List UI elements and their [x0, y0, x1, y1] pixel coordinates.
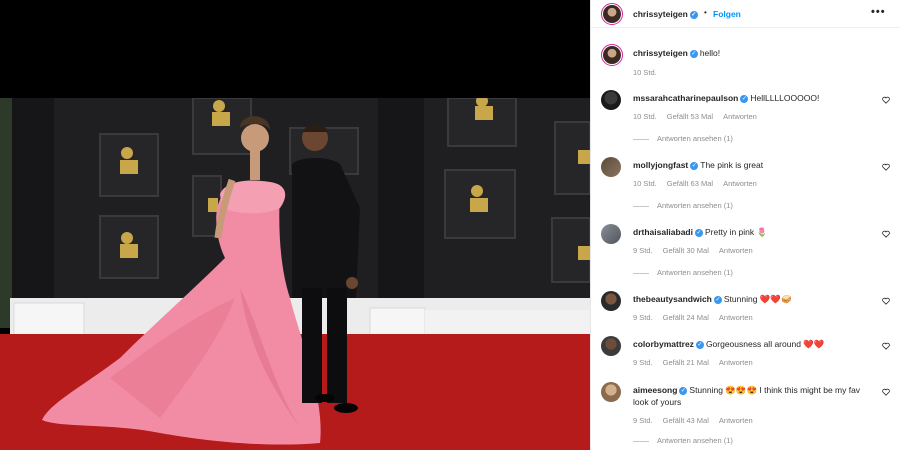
comment-time: 9 Std.: [633, 246, 653, 255]
verified-badge-icon: ✓: [695, 340, 704, 349]
comment-time: 10 Std.: [633, 179, 657, 188]
caption-avatar[interactable]: [601, 44, 623, 66]
comment-likes[interactable]: Gefällt 30 Mal: [663, 246, 709, 255]
heart-outline-icon[interactable]: [882, 96, 890, 104]
comment-item: thebeautysandwich ✓ Stunning ❤️❤️🥪 9 Std. G…: [591, 291, 900, 331]
post-header: chrissyteigen ✓ • Folgen •••: [591, 0, 900, 28]
comment-text: mollyjongfast ✓ The pink is great: [633, 160, 763, 170]
view-replies-button[interactable]: Antworten ansehen (1): [633, 134, 733, 143]
commenter-avatar[interactable]: [601, 90, 621, 110]
comment-item: drthaisaliabadi ✓ Pretty in pink 🌷 9 Std. G…: [591, 224, 900, 284]
caption-timestamp: 10 Std.: [633, 68, 657, 77]
comment-item: mollyjongfast ✓ The pink is great 10 Std. G…: [591, 157, 900, 217]
comment-item: mssarahcatharinepaulson ✓ HellLLLLOOOOO! 1…: [591, 90, 900, 150]
view-replies-label[interactable]: Antworten ansehen (1): [657, 134, 733, 143]
comment-likes[interactable]: Gefällt 63 Mal: [667, 179, 713, 188]
heart-outline-icon[interactable]: [882, 230, 890, 238]
comment-time: 9 Std.: [633, 358, 653, 367]
view-replies-button[interactable]: Antworten ansehen (1): [633, 268, 733, 277]
reply-button[interactable]: Antworten: [719, 416, 753, 425]
verified-badge-icon: ✓: [679, 386, 688, 395]
commenter-avatar[interactable]: [601, 382, 621, 402]
author-avatar[interactable]: [601, 3, 623, 25]
view-replies-button[interactable]: Antworten ansehen (1): [633, 436, 733, 445]
comment-body: The pink is great: [700, 160, 764, 170]
comment-likes[interactable]: Gefällt 53 Mal: [667, 112, 713, 121]
reply-button[interactable]: Antworten: [723, 179, 757, 188]
heart-outline-icon[interactable]: [882, 163, 890, 171]
comment-meta: 9 Std. Gefällt 43 Mal Antworten: [633, 416, 763, 425]
verified-badge-icon: ✓: [689, 10, 698, 19]
verified-badge-icon: ✓: [713, 295, 722, 304]
comment-item: colorbymattrez ✓ Gorgeousness all around ❤…: [591, 336, 900, 376]
comment-meta: 10 Std. Gefällt 53 Mal Antworten: [633, 112, 767, 121]
verified-badge-icon: ✓: [690, 161, 699, 170]
post-caption: chrissyteigen ✓ hello! 10 Std.: [591, 34, 900, 84]
comment-time: 9 Std.: [633, 416, 653, 425]
reply-button[interactable]: Antworten: [723, 112, 757, 121]
view-replies-button[interactable]: Antworten ansehen (1): [633, 201, 733, 210]
commenter-username[interactable]: thebeautysandwich: [633, 294, 712, 304]
reply-button[interactable]: Antworten: [719, 358, 753, 367]
verified-badge-icon: ✓: [689, 49, 698, 58]
divider-line: [633, 138, 649, 140]
commenter-username[interactable]: mssarahcatharinepaulson: [633, 93, 738, 103]
verified-badge-icon: ✓: [740, 94, 749, 103]
author-username[interactable]: chrissyteigen ✓: [633, 9, 698, 19]
comment-text: mssarahcatharinepaulson ✓ HellLLLLOOOOO!: [633, 93, 819, 103]
commenter-username[interactable]: mollyjongfast: [633, 160, 688, 170]
reply-button[interactable]: Antworten: [719, 246, 753, 255]
comment-likes[interactable]: Gefällt 24 Mal: [663, 313, 709, 322]
commenter-avatar[interactable]: [601, 336, 621, 356]
follow-button[interactable]: Folgen: [713, 9, 741, 19]
commenter-avatar[interactable]: [601, 291, 621, 311]
comment-text: drthaisaliabadi ✓ Pretty in pink 🌷: [633, 227, 767, 238]
comment-time: 10 Std.: [633, 112, 657, 121]
view-replies-label[interactable]: Antworten ansehen (1): [657, 268, 733, 277]
caption-username[interactable]: chrissyteigen: [633, 48, 688, 58]
commenter-username[interactable]: drthaisaliabadi: [633, 227, 693, 237]
commenter-username[interactable]: aimeesong: [633, 385, 677, 395]
verified-badge-icon: ✓: [695, 228, 703, 237]
divider-line: [633, 272, 649, 274]
comment-body: Gorgeousness all around ❤️❤️: [705, 339, 825, 349]
heart-outline-icon[interactable]: [882, 388, 890, 396]
author-username-text[interactable]: chrissyteigen: [633, 9, 688, 19]
divider-line: [633, 440, 649, 442]
comment-meta: 10 Std. Gefällt 63 Mal Antworten: [633, 179, 767, 188]
reply-button[interactable]: Antworten: [719, 313, 753, 322]
separator-dot: •: [704, 8, 707, 17]
comment-item: aimeesong ✓ Stunning 😍😍😍 I think this migh…: [591, 382, 900, 450]
view-replies-label[interactable]: Antworten ansehen (1): [657, 436, 733, 445]
commenter-avatar[interactable]: [601, 224, 621, 244]
comment-meta: 9 Std. Gefällt 24 Mal Antworten: [633, 313, 763, 322]
caption-text: chrissyteigen ✓ hello!: [633, 48, 720, 58]
comment-likes[interactable]: Gefällt 21 Mal: [663, 358, 709, 367]
comment-likes[interactable]: Gefällt 43 Mal: [663, 416, 709, 425]
comment-text: thebeautysandwich ✓ Stunning ❤️❤️🥪: [633, 294, 792, 305]
caption-body: hello!: [699, 48, 721, 58]
view-replies-label[interactable]: Antworten ansehen (1): [657, 201, 733, 210]
instagram-post-view: chrissyteigen ✓ • Folgen ••• chrissyteige…: [0, 0, 900, 450]
comment-body: HellLLLLOOOOO!: [750, 93, 820, 103]
post-media[interactable]: [0, 0, 590, 450]
heart-outline-icon[interactable]: [882, 297, 890, 305]
divider-line: [633, 205, 649, 207]
comment-body: Stunning ❤️❤️🥪: [723, 294, 792, 304]
commenter-username[interactable]: colorbymattrez: [633, 339, 694, 349]
comment-time: 9 Std.: [633, 313, 653, 322]
caption-time: 10 Std.: [633, 68, 667, 77]
post-photo: [0, 98, 590, 450]
comment-text: aimeesong ✓ Stunning 😍😍😍 I think this migh…: [633, 384, 873, 408]
commenter-avatar[interactable]: [601, 157, 621, 177]
heart-outline-icon[interactable]: [882, 342, 890, 350]
comment-text: colorbymattrez ✓ Gorgeousness all around ❤…: [633, 339, 824, 350]
comment-meta: 9 Std. Gefällt 21 Mal Antworten: [633, 358, 763, 367]
comments-panel: chrissyteigen ✓ • Folgen ••• chrissyteige…: [590, 0, 900, 450]
comment-meta: 9 Std. Gefällt 30 Mal Antworten: [633, 246, 763, 255]
more-horizontal-icon[interactable]: •••: [871, 6, 886, 18]
comment-body: Pretty in pink 🌷: [705, 227, 768, 237]
